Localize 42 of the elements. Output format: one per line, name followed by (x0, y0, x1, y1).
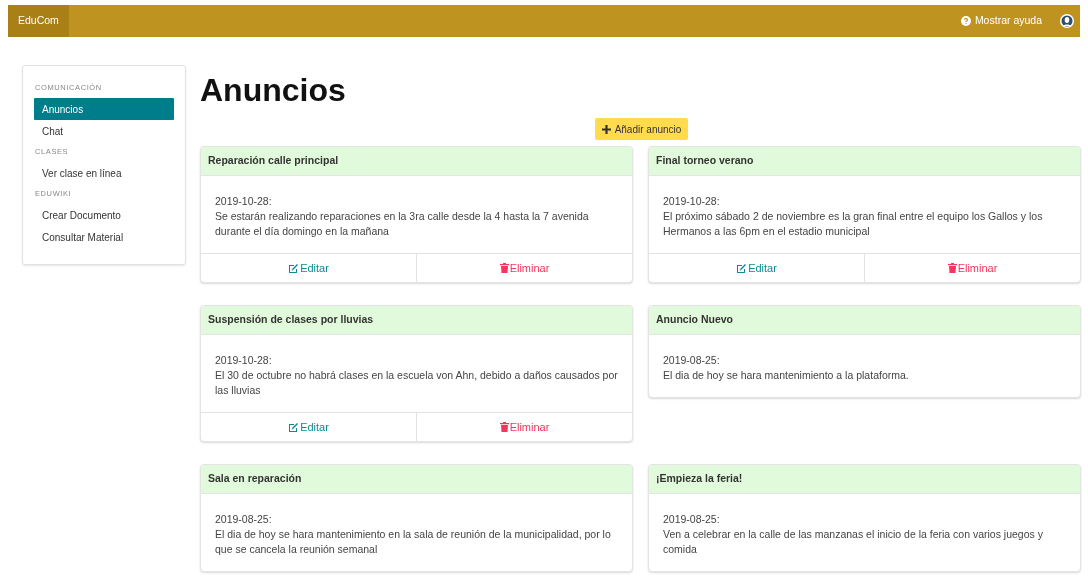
announcement-text: Se estarán realizando reparaciones en la 3ra calle desde la 4 hasta la 7 avenida durante el día domingo en la mañana (215, 209, 590, 239)
announcement-text: El 30 de octubre no habrá clases en la escuela von Ahn, debido a daños causados por las lluvias (215, 368, 618, 398)
announcement-text: El próximo sábado 2 de noviembre es la gran final entre el equipo los Gallos y los Hermanos a las 6pm en el estadio municipal (663, 209, 1044, 239)
edit-button[interactable]: Editar (649, 254, 864, 282)
sidebar-item[interactable]: Chat (34, 120, 174, 142)
trash-icon (499, 263, 509, 273)
plus-icon (601, 124, 611, 134)
announcement-text: Ven a celebrar en la calle de las manzanas el inicio de la feria con varios juegos y comida (663, 527, 1044, 557)
add-announcement-button[interactable]: Añadir anuncio (594, 118, 689, 140)
card-title: Sala en reparación (208, 471, 302, 487)
trash-icon (947, 263, 957, 273)
sidebar-item[interactable]: Consultar Material (34, 226, 174, 248)
announcement-date: 2019-08-25: (663, 512, 721, 527)
announcement-date: 2019-10-28: (215, 353, 273, 368)
delete-button[interactable]: Eliminar (864, 254, 1080, 282)
trash-icon (499, 422, 509, 432)
announcement-text: El dia de hoy se hara mantenimiento a la plataforma. (663, 368, 910, 383)
card-title: ¡Empieza la feria! (656, 471, 743, 487)
delete-button[interactable]: Eliminar (416, 254, 632, 282)
edit-button[interactable]: Editar (201, 413, 416, 441)
edit-icon (288, 263, 300, 273)
edit-icon (736, 263, 748, 273)
announcement-text: El dia de hoy se hara mantenimiento en la sala de reunión de la municipalidad, por lo que se cancela la reunión semanal (215, 527, 612, 557)
sidebar-item[interactable]: Ver clase en línea (34, 162, 174, 184)
card-title: Final torneo verano (656, 153, 754, 169)
brand-link[interactable]: EduCom (8, 5, 69, 37)
edit-icon (288, 422, 300, 432)
help-icon (960, 16, 971, 26)
card-title: Anuncio Nuevo (656, 312, 733, 328)
announcement-date: 2019-08-25: (663, 353, 721, 368)
announcement-date: 2019-10-28: (215, 194, 273, 209)
page-title: Anuncios (200, 71, 347, 110)
sidebar-item[interactable]: Anuncios (34, 98, 174, 120)
announcement-date: 2019-10-28: (663, 194, 721, 209)
avatar-icon[interactable] (1060, 14, 1074, 28)
edit-button[interactable]: Editar (201, 254, 416, 282)
sidebar-item[interactable]: Crear Documento (34, 204, 174, 226)
card-title: Suspensión de clases por lluvias (208, 312, 374, 328)
delete-button[interactable]: Eliminar (416, 413, 632, 441)
help-link[interactable]: Mostrar ayuda (960, 13, 1042, 29)
announcement-date: 2019-08-25: (215, 512, 273, 527)
card-title: Reparación calle principal (208, 153, 339, 169)
